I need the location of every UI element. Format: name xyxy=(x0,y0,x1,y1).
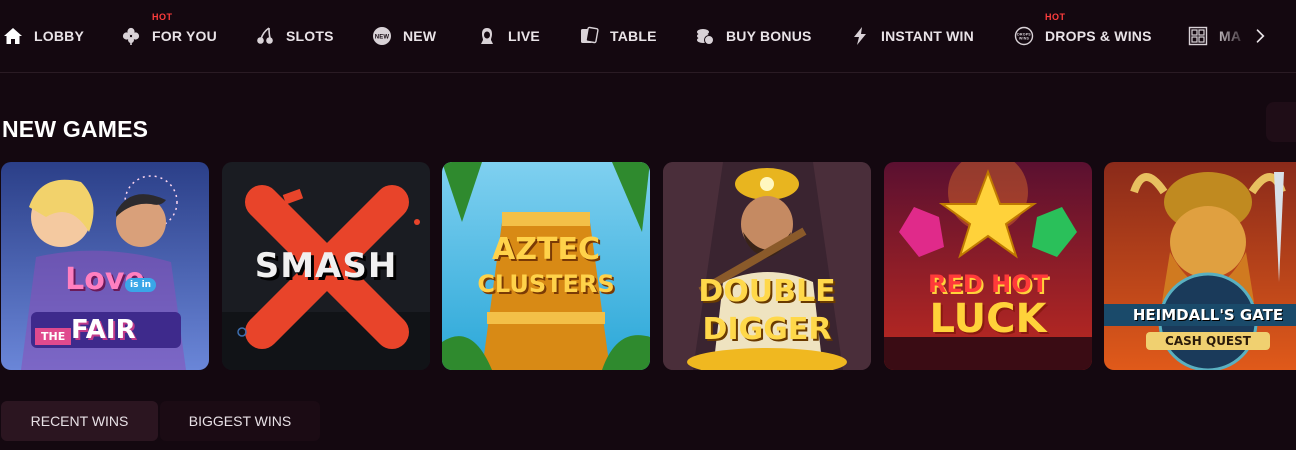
nav-label: LIVE xyxy=(508,28,540,44)
nav-scroll-right-button[interactable] xyxy=(1248,24,1272,48)
grid-icon xyxy=(1187,25,1209,47)
svg-text:WINS: WINS xyxy=(1019,37,1030,41)
game-card-double-digger[interactable]: DOUBLE DIGGER xyxy=(663,162,871,370)
drops-wins-icon: DROPS WINS xyxy=(1013,25,1035,47)
game-card-heimdalls-gate[interactable]: HEIMDALL'S GATE CASH QUEST xyxy=(1104,162,1296,370)
nav-label: TABLE xyxy=(610,28,657,44)
game-title: SMASH xyxy=(254,246,398,286)
tab-biggest-wins[interactable]: BIGGEST WINS xyxy=(160,401,320,441)
game-title: HEIMDALL'S GATE xyxy=(1104,304,1296,326)
nav-item-instant-win[interactable]: INSTANT WIN xyxy=(849,0,974,72)
game-title-line2: LUCK xyxy=(929,296,1047,342)
game-title-small: is in xyxy=(125,278,157,292)
game-card-smash[interactable]: SMASH xyxy=(222,162,430,370)
nav-label: INSTANT WIN xyxy=(881,28,974,44)
nav-label: LOBBY xyxy=(34,28,84,44)
game-title: RED HOT xyxy=(927,270,1048,298)
cards-icon xyxy=(578,25,600,47)
svg-text:NEW: NEW xyxy=(375,35,390,41)
top-navigation: LOBBY HOT FOR YOU SLOTS NEW NEW LIVE TAB… xyxy=(0,0,1296,73)
new-games-carousel: Love is in THE FAIR SMASH AZTEC CLUSTERS… xyxy=(0,162,1296,372)
nav-label: SLOTS xyxy=(286,28,334,44)
nav-item-lobby[interactable]: LOBBY xyxy=(2,0,84,72)
carousel-control-button[interactable] xyxy=(1266,102,1296,142)
game-title-line2: CLUSTERS xyxy=(477,270,615,298)
nav-item-drops-wins[interactable]: DROPS WINS HOT DROPS & WINS xyxy=(1013,0,1152,72)
game-title: AZTEC xyxy=(492,232,600,267)
casino-lobby: LOBBY HOT FOR YOU SLOTS NEW NEW LIVE TAB… xyxy=(0,0,1296,450)
game-title-line2: CASH QUEST xyxy=(1146,332,1270,350)
hot-badge: HOT xyxy=(1045,12,1066,22)
nav-item-buy-bonus[interactable]: BUY BONUS xyxy=(694,0,812,72)
nav-label: NEW xyxy=(403,28,437,44)
nav-item-live[interactable]: LIVE xyxy=(476,0,540,72)
nav-item-table[interactable]: TABLE xyxy=(578,0,657,72)
home-icon xyxy=(2,25,24,47)
game-title-line2: FAIR xyxy=(71,315,136,345)
tab-recent-wins[interactable]: RECENT WINS xyxy=(1,401,158,441)
nav-label: FOR YOU xyxy=(152,28,217,44)
game-title: DOUBLE xyxy=(698,274,836,309)
nav-item-new[interactable]: NEW NEW xyxy=(371,0,436,72)
game-title-line2: DIGGER xyxy=(702,312,832,347)
dealer-icon xyxy=(476,25,498,47)
nav-label: DROPS & WINS xyxy=(1045,28,1152,44)
lightning-icon xyxy=(849,25,871,47)
game-card-love-is-in-the-fair[interactable]: Love is in THE FAIR xyxy=(1,162,209,370)
cherries-icon xyxy=(254,25,276,47)
new-badge-icon: NEW xyxy=(371,25,393,47)
clover-icon xyxy=(120,25,142,47)
nav-label: BUY BONUS xyxy=(726,28,812,44)
coins-icon xyxy=(694,25,716,47)
chevron-right-icon xyxy=(1256,29,1265,43)
nav-item-slots[interactable]: SLOTS xyxy=(254,0,334,72)
nav-item-for-you[interactable]: HOT FOR YOU xyxy=(120,0,217,72)
section-title-new-games: NEW GAMES xyxy=(2,116,149,142)
game-card-red-hot-luck[interactable]: RED HOT LUCK xyxy=(884,162,1092,370)
game-title: Love xyxy=(65,262,145,297)
hot-badge: HOT xyxy=(152,12,173,22)
game-card-aztec-clusters[interactable]: AZTEC CLUSTERS xyxy=(442,162,650,370)
game-title-the: THE xyxy=(35,328,72,345)
